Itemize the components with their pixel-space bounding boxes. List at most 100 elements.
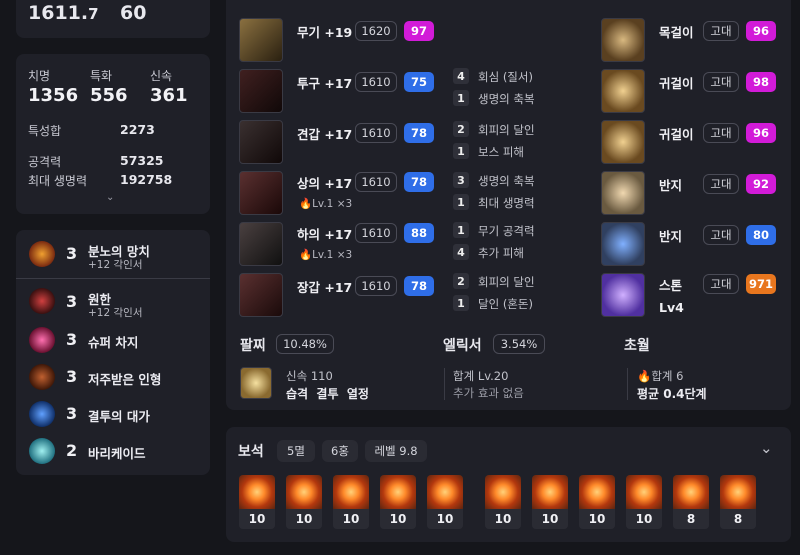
effect-name: 회심 (질서) (478, 70, 533, 84)
flame-icon: 🔥 (637, 369, 652, 383)
gem-icon (286, 475, 322, 509)
engraving-name: 저주받은 인형 (88, 372, 162, 387)
gem-level: 10 (579, 509, 615, 529)
gem-icon (673, 475, 709, 509)
transcend-line2: 평균 0.4단계 (637, 387, 707, 401)
elixir-level: 🔥Lv.1 ×3 (299, 249, 353, 261)
gem-item[interactable]: 10 (239, 475, 275, 529)
swift-value: 361 (150, 85, 188, 106)
equipment-icon[interactable] (239, 171, 283, 215)
summary-panel: 1611.7 60 (16, 0, 210, 38)
accessory-icon[interactable] (601, 120, 645, 164)
engraving-icon (29, 327, 55, 353)
chevron-down-icon[interactable]: ⌄ (106, 192, 114, 203)
equipment-icon[interactable] (239, 18, 283, 62)
engraving-icon (29, 288, 55, 314)
spec-label: 특화 (90, 69, 113, 83)
gem-level: 10 (485, 509, 521, 529)
elixir-pct: 3.54% (493, 334, 545, 354)
gem-item[interactable]: 10 (626, 475, 662, 529)
accessory-icon[interactable] (601, 171, 645, 215)
elixir-label: 엘릭서 (443, 338, 482, 354)
effect-level: 2 (453, 121, 469, 137)
effect-name: 최대 생명력 (478, 196, 535, 210)
gem-item[interactable]: 8 (720, 475, 756, 529)
gem-level: 10 (626, 509, 662, 529)
equipment-name: 하의 +17 (297, 227, 353, 242)
bracelet-line1: 신속 110 (286, 369, 333, 383)
gem-icon (532, 475, 568, 509)
effect-name: 무기 공격력 (478, 224, 535, 238)
crit-value: 1356 (28, 85, 79, 106)
engraving-level: 2 (66, 441, 78, 460)
effect-name: 회피의 달인 (478, 123, 535, 137)
gem-icon (380, 475, 416, 509)
equipment-icon[interactable] (239, 120, 283, 164)
engraving-icon (29, 364, 55, 390)
equipment-ilvl: 1610 (355, 223, 397, 243)
equipment-name: 장갑 +17 (297, 280, 353, 295)
transcend-line1: 🔥합계 6 (637, 369, 684, 383)
gem-level: 10 (239, 509, 275, 529)
engraving-level: 3 (66, 404, 78, 423)
quality-badge: 80 (746, 225, 776, 245)
gem-item[interactable]: 8 (673, 475, 709, 529)
gem-item[interactable]: 10 (427, 475, 463, 529)
stats-panel: 치명 1356 특화 556 신속 361 특성합 2273 공격력 57325… (16, 54, 210, 214)
combat-level: 60 (120, 2, 147, 24)
gem-icon (427, 475, 463, 509)
equipment-icon[interactable] (239, 222, 283, 266)
equipment-name: 무기 +19 (297, 25, 353, 40)
accessory-icon[interactable] (601, 222, 645, 266)
equipment-name: 투구 +17 (297, 76, 353, 91)
crit-label: 치명 (28, 69, 51, 83)
effect-level: 1 (453, 295, 469, 311)
gems-level: 레벨 9.8 (365, 440, 427, 462)
bracelet-pct: 10.48% (276, 334, 334, 354)
gem-item[interactable]: 10 (485, 475, 521, 529)
gem-item[interactable]: 10 (532, 475, 568, 529)
divider (627, 368, 628, 400)
effect-level: 3 (453, 172, 469, 188)
equipment-icon[interactable] (239, 69, 283, 113)
accessory-grade: 고대 (703, 225, 739, 245)
atk-value: 57325 (120, 153, 164, 168)
chevron-down-icon[interactable]: ⌄ (760, 439, 773, 457)
stone-level: Lv4 (659, 300, 684, 315)
elixir-level: 🔥Lv.1 ×3 (299, 198, 353, 210)
gem-item[interactable]: 10 (380, 475, 416, 529)
accessory-name: 귀걸이 (659, 76, 694, 91)
gem-level: 10 (532, 509, 568, 529)
gem-level: 10 (286, 509, 322, 529)
quality-badge: 96 (746, 21, 776, 41)
gem-item[interactable]: 10 (579, 475, 615, 529)
equipment-name: 상의 +17 (297, 176, 353, 191)
divider (444, 368, 445, 400)
bracelet-icon (240, 367, 272, 399)
elixir-line2: 추가 효과 없음 (453, 386, 524, 400)
equipment-icon[interactable] (239, 273, 283, 317)
accessory-name: 귀걸이 (659, 127, 694, 142)
quality-badge: 78 (404, 123, 434, 143)
effect-name: 생명의 축복 (478, 174, 535, 188)
effect-level: 1 (453, 90, 469, 106)
engraving-name: 바리케이드 (88, 446, 146, 461)
engraving-level: 3 (66, 367, 78, 386)
spec-value: 556 (90, 85, 128, 106)
gem-level: 8 (673, 509, 709, 529)
accessory-icon[interactable] (601, 273, 645, 317)
transcend-label: 초월 (624, 338, 650, 354)
engraving-panel: 3 분노의 망치 +12 각인서 3 원한 +12 각인서 3 슈퍼 차지 3 … (16, 230, 210, 475)
gems-count2: 6홍 (322, 440, 358, 462)
accessory-icon[interactable] (601, 18, 645, 62)
effect-name: 회피의 달인 (478, 275, 535, 289)
quality-badge: 78 (404, 276, 434, 296)
quality-badge: 88 (404, 223, 434, 243)
flame-icon: 🔥 (299, 198, 313, 210)
gem-item[interactable]: 10 (333, 475, 369, 529)
engraving-name: 결투의 대가 (88, 409, 150, 424)
engraving-icon (29, 401, 55, 427)
accessory-icon[interactable] (601, 69, 645, 113)
gem-item[interactable]: 10 (286, 475, 322, 529)
accessory-name: 목걸이 (659, 25, 694, 40)
